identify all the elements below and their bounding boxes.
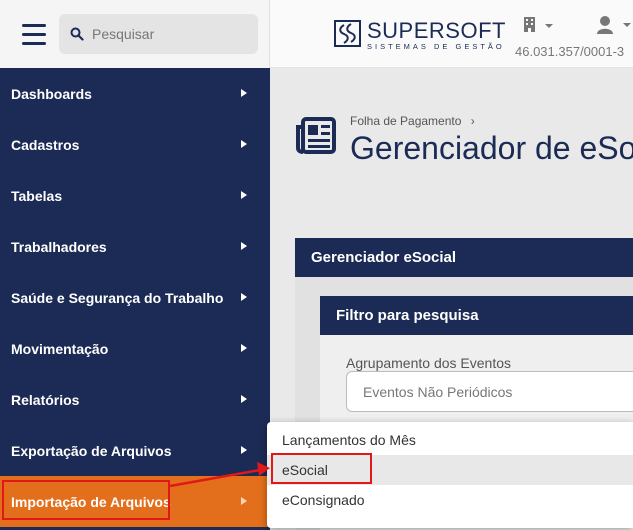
chevron-right-icon <box>241 446 247 454</box>
user-icon[interactable] <box>597 15 633 35</box>
chevron-right-icon <box>241 191 247 199</box>
sidebar-item-label: Exportação de Arquivos <box>11 442 172 459</box>
sidebar-item-saude-seguranca[interactable]: Saúde e Segurança do Trabalho <box>0 272 270 323</box>
sidebar-item-label: Movimentação <box>11 340 109 357</box>
sidebar-item-label: Dashboards <box>11 85 92 102</box>
search-icon <box>70 27 84 41</box>
breadcrumb-item[interactable]: Folha de Pagamento <box>350 114 461 128</box>
sidebar-item-movimentacao[interactable]: Movimentação <box>0 323 270 374</box>
page-title: Gerenciador de eSoc <box>350 130 633 166</box>
sidebar-item-label: Relatórios <box>11 391 80 408</box>
event-grouping-select[interactable]: Eventos Não Periódicos <box>346 371 633 412</box>
sidebar-item-relatorios[interactable]: Relatórios <box>0 374 270 425</box>
sidebar: Dashboards Cadastros Tabelas Trabalhador… <box>0 0 270 530</box>
sidebar-top <box>0 0 270 68</box>
chevron-right-icon <box>241 140 247 148</box>
sidebar-item-trabalhadores[interactable]: Trabalhadores <box>0 221 270 272</box>
supersoft-logo: SUPERSOFT SISTEMAS DE GESTÃO <box>334 20 506 52</box>
sidebar-item-dashboards[interactable]: Dashboards <box>0 68 270 119</box>
import-submenu: Lançamentos do Mês eSocial eConsignado <box>267 422 633 528</box>
submenu-item-esocial[interactable]: eSocial <box>267 455 633 485</box>
sidebar-menu: Dashboards Cadastros Tabelas Trabalhador… <box>0 68 270 527</box>
logo-name: SUPERSOFT <box>367 18 506 43</box>
sidebar-item-tabelas[interactable]: Tabelas <box>0 170 270 221</box>
panel-header: Gerenciador eSocial <box>295 238 633 277</box>
field-label: Agrupamento dos Eventos <box>346 355 511 371</box>
chevron-right-icon <box>241 395 247 403</box>
sidebar-item-label: Trabalhadores <box>11 238 107 255</box>
logo-mark-icon <box>334 20 361 47</box>
chevron-right-icon <box>241 242 247 250</box>
sidebar-item-label: Cadastros <box>11 136 80 153</box>
sidebar-item-label: Saúde e Segurança do Trabalho <box>11 289 224 306</box>
top-header: SUPERSOFT SISTEMAS DE GESTÃO 46.031.357/… <box>270 0 633 68</box>
submenu-item-lancamentos[interactable]: Lançamentos do Mês <box>267 425 633 455</box>
sidebar-item-label: Importação de Arquivos <box>11 493 171 510</box>
sidebar-item-exportacao[interactable]: Exportação de Arquivos <box>0 425 270 476</box>
building-icon[interactable] <box>523 16 555 34</box>
sidebar-item-cadastros[interactable]: Cadastros <box>0 119 270 170</box>
breadcrumb[interactable]: Folha de Pagamento › <box>350 114 475 128</box>
newspaper-icon <box>296 117 336 154</box>
sidebar-item-label: Tabelas <box>11 187 63 204</box>
sidebar-item-importacao[interactable]: Importação de Arquivos <box>0 476 270 527</box>
filter-header: Filtro para pesquisa <box>320 296 633 335</box>
hamburger-menu-icon[interactable] <box>22 24 46 46</box>
chevron-right-icon: › <box>470 114 475 128</box>
logo-tagline: SISTEMAS DE GESTÃO <box>367 42 505 51</box>
chevron-right-icon <box>241 497 247 505</box>
chevron-right-icon <box>241 344 247 352</box>
chevron-right-icon <box>241 293 247 301</box>
search-input[interactable] <box>92 14 252 54</box>
submenu-item-econsignado[interactable]: eConsignado <box>267 485 633 515</box>
search-box[interactable] <box>59 14 258 54</box>
chevron-right-icon <box>241 89 247 97</box>
company-id: 46.031.357/0001-3 <box>515 44 625 59</box>
